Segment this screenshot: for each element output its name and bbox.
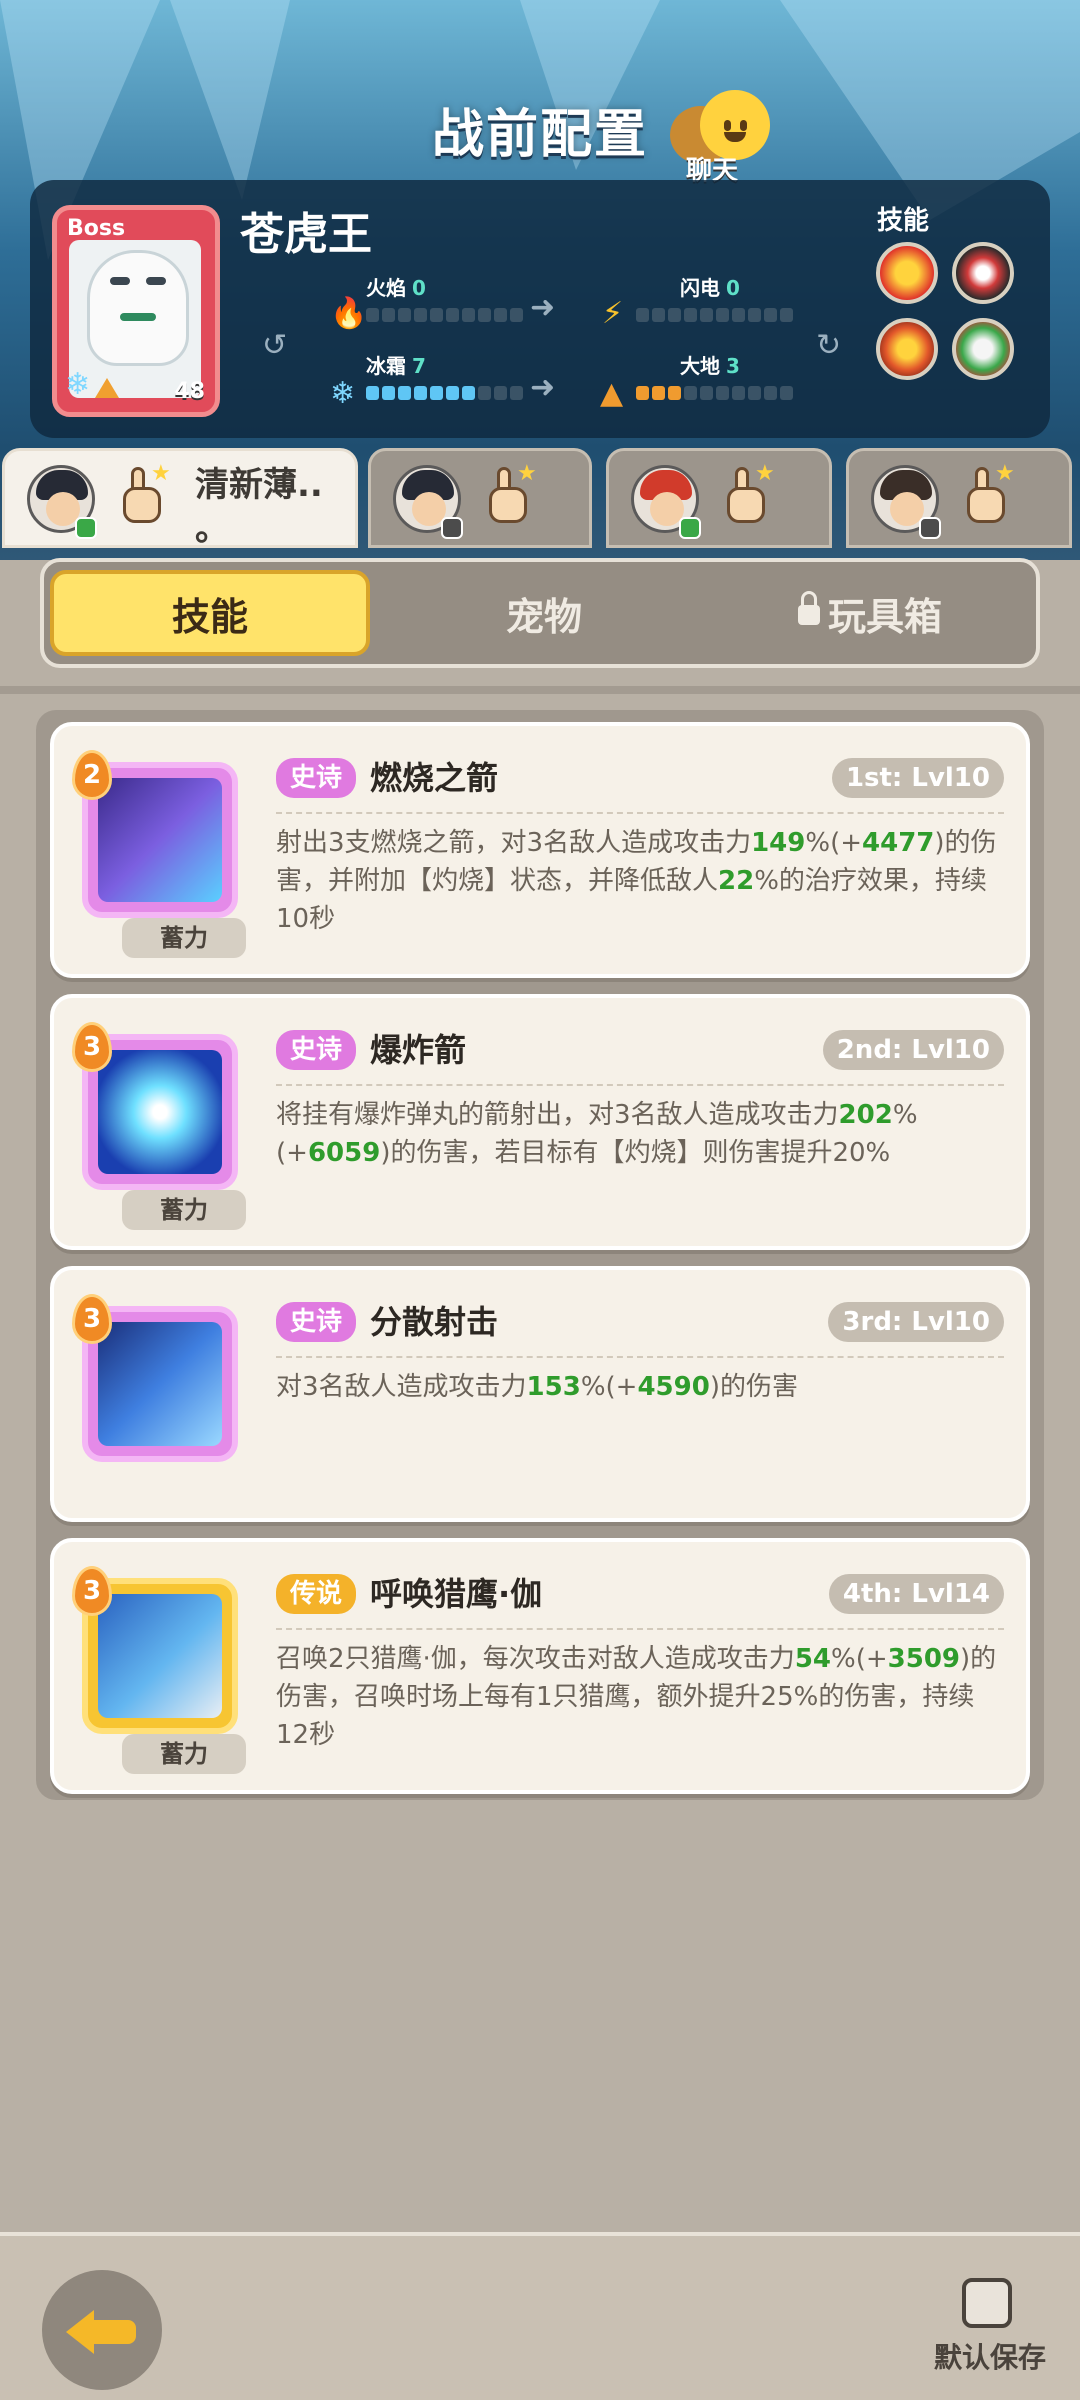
skill-name: 燃烧之箭 [370,759,499,797]
rarity-badge: 史诗 [276,1302,357,1342]
skill-description: 对3名敌人造成攻击力153%(+4590)的伤害 [276,1372,798,1402]
falcon-icon [98,1594,222,1718]
boss-skill-roar-icon[interactable] [952,318,1014,380]
boss-skill-flame-icon[interactable] [876,242,938,304]
cycle-arrow-icon: ➜ [530,370,556,405]
skill-card[interactable]: 2 蓄力 史诗 燃烧之箭 1st: Lvl10 射出3支燃烧之箭，对3名敌人造成… [50,722,1030,978]
skill-name: 呼唤猎鹰·伽 [370,1575,543,1613]
boss-portrait[interactable]: Boss ❄ 48 [52,205,220,417]
team-name: 清新薄.. 。 [195,465,323,549]
boss-level: 48 [174,379,205,404]
rarity-badge: 史诗 [276,1030,357,1070]
skill-name: 分散射击 [370,1303,499,1341]
skill-list: 2 蓄力 史诗 燃烧之箭 1st: Lvl10 射出3支燃烧之箭，对3名敌人造成… [36,710,1044,1800]
boss-badge: Boss [67,216,126,241]
boss-skills-label: 技能 [877,206,930,236]
frost-bar [366,386,523,400]
rarity-badge: 传说 [276,1574,357,1614]
fire-bar [366,308,523,322]
scatter-shot-icon [98,1322,222,1446]
earth-element-icon [95,378,119,398]
cycle-arrow-icon: ↺ [262,328,288,363]
skill-level-badge: 3 [72,1566,112,1616]
skill-description: 射出3支燃烧之箭，对3名敌人造成攻击力149%(+4477)的伤害，并附加【灼烧… [276,828,997,934]
fire-stat: 火焰 0 [366,276,426,300]
online-badge-icon [75,517,97,539]
tap-hand-icon: ★ [721,461,775,529]
burning-arrows-icon [98,778,222,902]
boss-skill-bite-icon[interactable] [952,242,1014,304]
skill-card[interactable]: 3 蓄力 传说 呼唤猎鹰·伽 4th: Lvl14 召唤2只猎鹰·伽，每次攻击对… [50,1538,1030,1794]
lightning-icon: ⚡ [602,296,624,331]
skill-slot-level: 3rd: Lvl10 [828,1302,1004,1342]
default-save-label: 默认保存 [934,2341,1047,2374]
skill-name: 爆炸箭 [370,1031,467,1069]
tab-pets[interactable]: 宠物 [384,570,704,656]
lightning-bar [636,308,793,322]
skill-slot-level: 4th: Lvl14 [828,1574,1004,1614]
team-tab-1[interactable]: ★ 清新薄.. 。 [2,448,358,549]
skill-level-badge: 2 [72,750,112,800]
cycle-arrow-icon: ➜ [530,290,556,325]
category-tabs: 技能 宠物 玩具箱 [40,558,1040,668]
skill-level-badge: 3 [72,1022,112,1072]
divider [0,686,1080,694]
chat-button[interactable]: 聊天 [660,84,780,186]
boss-skill-claw-icon[interactable] [876,318,938,380]
lightning-stat: 闪电 0 [680,276,740,300]
skill-description: 将挂有爆炸弹丸的箭射出，对3名敌人造成攻击力202%(+6059)的伤害，若目标… [276,1100,918,1168]
lock-icon [797,591,820,625]
snowflake-icon: ❄ [330,376,356,411]
mountain-icon: ▲ [600,376,624,411]
explosive-arrow-icon [98,1050,222,1174]
tab-toybox[interactable]: 玩具箱 [710,570,1030,656]
skill-card[interactable]: 3 史诗 分散射击 3rd: Lvl10 对3名敌人造成攻击力153%(+459… [50,1266,1030,1522]
tap-hand-icon: ★ [961,461,1015,529]
default-save-checkbox[interactable] [962,2278,1012,2328]
back-button[interactable] [42,2270,162,2390]
page-title: 战前配置 [431,105,648,165]
team-tab-2[interactable]: ★ [368,448,592,548]
team-tab-4[interactable]: ★ [846,448,1072,548]
frost-element-icon: ❄ [65,367,91,402]
offline-badge-icon [919,517,941,539]
fire-icon: 🔥 [330,296,368,331]
skill-slot-level: 1st: Lvl10 [831,758,1004,798]
bottom-bar: 默认保存 [0,2232,1080,2400]
online-badge-icon [679,517,701,539]
back-arrow-icon [66,2310,94,2354]
tab-skills[interactable]: 技能 [50,570,370,656]
tap-hand-icon: ★ [117,461,171,529]
frost-stat: 冰霜 7 [366,354,426,378]
team-tab-3[interactable]: ★ [606,448,832,548]
skill-card[interactable]: 3 蓄力 史诗 爆炸箭 2nd: Lvl10 将挂有爆炸弹丸的箭射出，对3名敌人… [50,994,1030,1250]
skill-description: 召唤2只猎鹰·伽，每次攻击对敌人造成攻击力54%(+3509)的伤害，召唤时场上… [276,1644,997,1750]
earth-bar [636,386,793,400]
cycle-arrow-icon: ↻ [816,328,842,363]
skill-slot-level: 2nd: Lvl10 [822,1030,1004,1070]
earth-stat: 大地 3 [680,354,740,378]
charge-label: 蓄力 [122,1190,246,1230]
tap-hand-icon: ★ [483,461,537,529]
offline-badge-icon [441,517,463,539]
charge-label: 蓄力 [122,918,246,958]
rarity-badge: 史诗 [276,758,357,798]
boss-name: 苍虎王 [240,209,372,260]
skill-level-badge: 3 [72,1294,112,1344]
boss-panel: Boss ❄ 48 苍虎王 火焰 0 🔥 闪电 0 ⚡ 冰霜 7 ❄ 大地 3 ▲ [30,180,1050,438]
charge-label: 蓄力 [122,1734,246,1774]
team-tabs: ★ 清新薄.. 。 ★ ★ ★ [0,448,1080,549]
white-tiger-icon [87,250,189,366]
